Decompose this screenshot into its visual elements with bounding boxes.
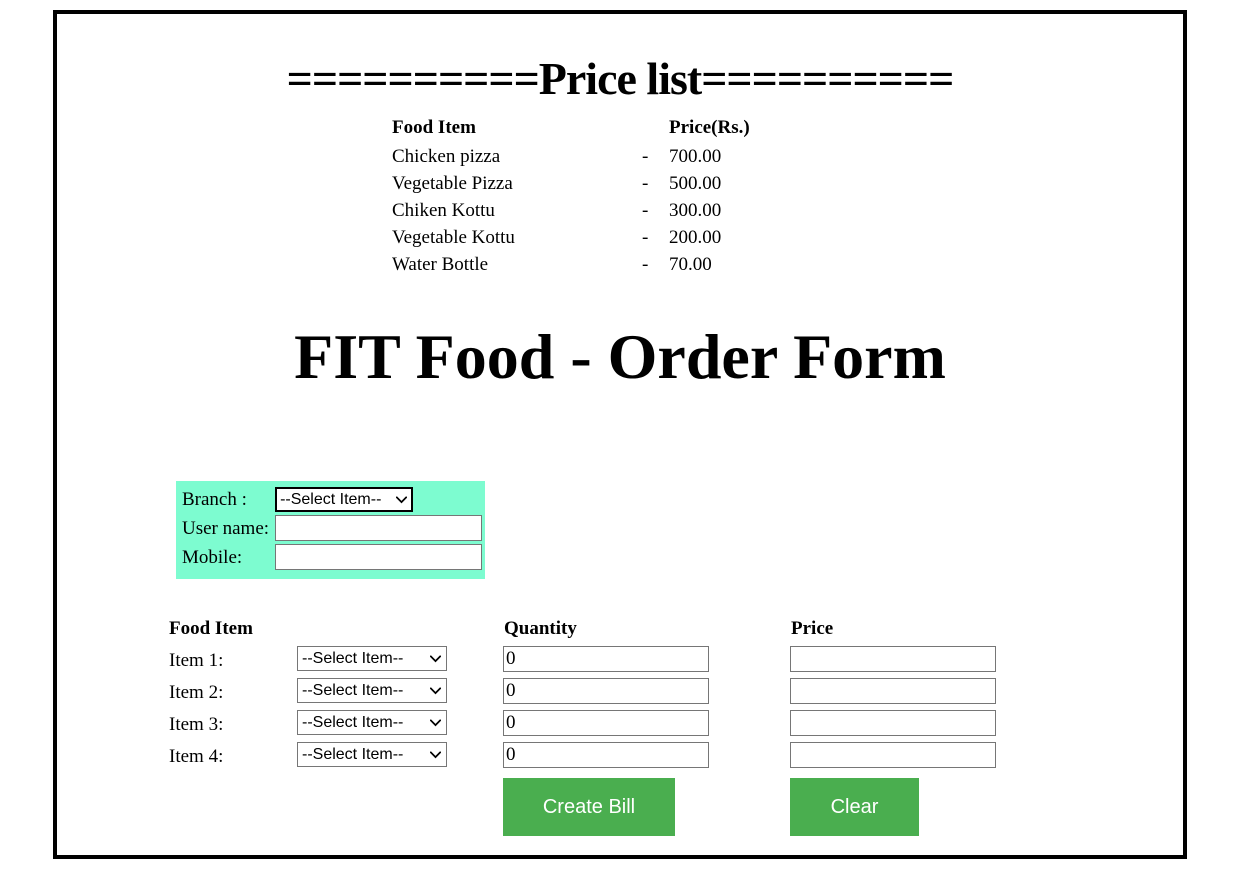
price-list-item-name: Chicken pizza	[392, 146, 501, 167]
item-4-select-wrapper: --Select Item--	[297, 742, 447, 767]
price-list-item-price: 70.00	[669, 254, 712, 275]
item-1-price-input[interactable]	[790, 646, 996, 672]
price-list-header-price: Price(Rs.)	[669, 117, 750, 138]
username-row: User name:	[176, 515, 483, 544]
price-list-header-row: Food Item Price(Rs.)	[392, 114, 779, 143]
item-row-1: Item 1: --Select Item--	[169, 646, 1059, 678]
item-2-quantity-input[interactable]	[503, 678, 709, 704]
item-1-label: Item 1:	[169, 650, 224, 671]
table-row: Vegetable Kottu - 200.00	[392, 224, 779, 251]
item-3-quantity-input[interactable]	[503, 710, 709, 736]
item-2-select-wrapper: --Select Item--	[297, 678, 447, 703]
clear-button[interactable]: Clear	[790, 778, 919, 836]
price-list-header-food-item: Food Item	[392, 117, 476, 138]
mobile-input[interactable]	[275, 544, 483, 570]
mobile-label: Mobile:	[182, 546, 243, 568]
item-4-select[interactable]: --Select Item--	[297, 742, 447, 767]
page-frame: ==========Price list========== Food Item…	[53, 10, 1187, 859]
price-list-table: Food Item Price(Rs.) Chicken pizza - 700…	[392, 114, 779, 278]
table-row: Chiken Kottu - 300.00	[392, 197, 779, 224]
item-3-label: Item 3:	[169, 714, 224, 735]
price-list-dash: -	[642, 173, 649, 194]
item-4-label: Item 4:	[169, 746, 224, 767]
item-3-select-wrapper: --Select Item--	[297, 710, 447, 735]
create-bill-button[interactable]: Create Bill	[503, 778, 675, 836]
username-input[interactable]	[275, 515, 483, 541]
price-list-dash: -	[642, 146, 649, 167]
price-list-item-name: Vegetable Pizza	[392, 173, 513, 194]
column-header-food-item: Food Item	[169, 618, 253, 639]
price-list-dash: -	[642, 227, 649, 248]
price-list-banner: ==========Price list==========	[286, 53, 955, 104]
item-4-price-input[interactable]	[790, 742, 996, 768]
customer-details-table: Branch : --Select Item-- User name: Mobi…	[176, 487, 483, 573]
branch-select[interactable]: --Select Item--	[275, 487, 414, 512]
item-3-price-input[interactable]	[790, 710, 996, 736]
mobile-row: Mobile:	[176, 544, 483, 573]
item-1-select-wrapper: --Select Item--	[297, 646, 447, 671]
branch-row: Branch : --Select Item--	[176, 487, 482, 515]
table-row: Vegetable Pizza - 500.00	[392, 170, 779, 197]
price-list-header-spacer	[642, 114, 669, 143]
price-list-item-name: Water Bottle	[392, 254, 489, 275]
item-1-select[interactable]: --Select Item--	[297, 646, 447, 671]
column-header-price: Price	[791, 618, 834, 639]
price-list-dash: -	[642, 254, 649, 275]
customer-details-panel: Branch : --Select Item-- User name: Mobi…	[176, 481, 485, 579]
item-1-quantity-input[interactable]	[503, 646, 709, 672]
column-header-quantity: Quantity	[504, 618, 577, 639]
item-row-4: Item 4: --Select Item--	[169, 742, 1059, 774]
price-list-item-price: 700.00	[669, 146, 722, 167]
table-row: Chicken pizza - 700.00	[392, 143, 779, 170]
item-2-price-input[interactable]	[790, 678, 996, 704]
item-2-label: Item 2:	[169, 682, 224, 703]
username-field-cell	[275, 515, 483, 544]
item-row-3: Item 3: --Select Item--	[169, 710, 1059, 742]
branch-label: Branch :	[182, 489, 247, 510]
price-list-item-price: 300.00	[669, 200, 722, 221]
item-row-2: Item 2: --Select Item--	[169, 678, 1059, 710]
item-4-quantity-input[interactable]	[503, 742, 709, 768]
branch-select-wrapper: --Select Item--	[275, 487, 414, 512]
price-list-item-price: 500.00	[669, 173, 722, 194]
price-list-dash: -	[642, 200, 649, 221]
price-list-item-price: 200.00	[669, 227, 722, 248]
price-list-item-name: Chiken Kottu	[392, 200, 495, 221]
item-2-select[interactable]: --Select Item--	[297, 678, 447, 703]
price-list-item-name: Vegetable Kottu	[392, 227, 515, 248]
mobile-field-cell	[275, 544, 483, 573]
username-label: User name:	[182, 517, 270, 539]
table-row: Water Bottle - 70.00	[392, 251, 779, 278]
item-3-select[interactable]: --Select Item--	[297, 710, 447, 735]
page-title: FIT Food - Order Form	[294, 321, 946, 392]
branch-field-cell: --Select Item--	[275, 487, 482, 515]
